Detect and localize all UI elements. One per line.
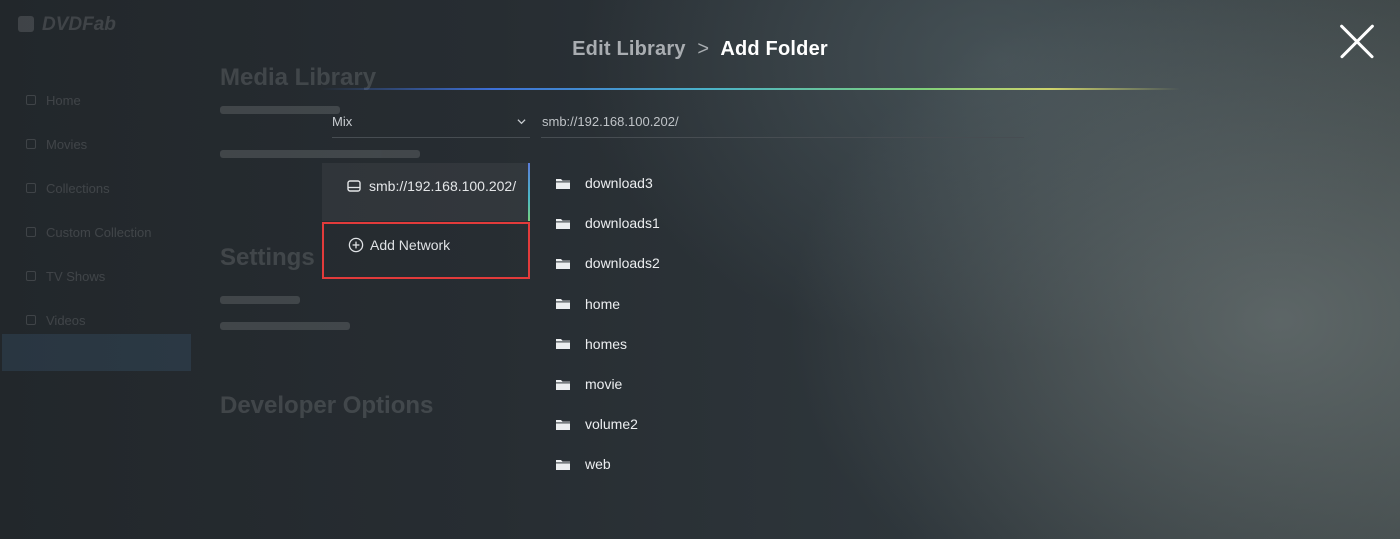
- folder-name: downloads2: [585, 255, 660, 272]
- bg-text-line: [220, 322, 350, 330]
- drive-icon: [347, 180, 361, 192]
- app-logo: DVDFab: [18, 14, 116, 36]
- breadcrumb-separator: >: [697, 38, 710, 60]
- folder-list: download3 downloads1 downloads2 home hom…: [555, 163, 975, 485]
- bg-nav-item: Collections: [26, 166, 152, 210]
- bg-text-line: [220, 106, 340, 114]
- folder-icon: [556, 218, 570, 229]
- breadcrumb-parent[interactable]: Edit Library: [572, 38, 686, 60]
- bg-nav-item: Custom Collection: [26, 210, 152, 254]
- folder-icon: [556, 339, 570, 350]
- network-item-label: smb://192.168.100.202/: [369, 178, 517, 194]
- library-type-select[interactable]: Mix: [332, 106, 530, 138]
- plus-circle-icon: [348, 237, 364, 253]
- bg-text-line: [220, 150, 420, 158]
- folder-name: movie: [585, 376, 623, 393]
- network-item-selected[interactable]: smb://192.168.100.202/: [322, 163, 530, 221]
- bg-nav-item: Videos: [26, 298, 152, 342]
- folder-item[interactable]: movie: [555, 364, 975, 404]
- library-type-value: Mix: [332, 114, 353, 129]
- add-network-label: Add Network: [370, 237, 451, 253]
- bg-nav-item: TV Shows: [26, 254, 152, 298]
- folder-item[interactable]: homes: [555, 324, 975, 364]
- folder-name: downloads1: [585, 215, 660, 232]
- bg-active-nav-bar: [2, 334, 191, 371]
- add-network-button[interactable]: Add Network: [322, 222, 530, 279]
- folder-item[interactable]: home: [555, 284, 975, 324]
- folder-name: homes: [585, 335, 628, 352]
- folder-name: web: [585, 456, 611, 473]
- dialog-title: Edit Library > Add Folder: [0, 38, 1400, 61]
- title-gradient-divider: [320, 88, 1180, 90]
- folder-item[interactable]: downloads1: [555, 203, 975, 243]
- folder-icon: [556, 178, 570, 189]
- bg-text-line: [220, 296, 300, 304]
- bg-nav-item: Home: [26, 78, 152, 122]
- folder-icon: [556, 379, 570, 390]
- folder-icon: [556, 419, 570, 430]
- bg-section-title: Developer Options: [220, 392, 434, 419]
- folder-name: volume2: [585, 416, 638, 433]
- folder-icon: [556, 258, 570, 269]
- background-nav: Home Movies Collections Custom Collectio…: [26, 78, 152, 342]
- folder-name: home: [585, 295, 621, 312]
- folder-icon: [556, 299, 570, 310]
- path-value: smb://192.168.100.202/: [542, 114, 679, 129]
- bg-section-title: Settings: [220, 244, 315, 271]
- folder-item[interactable]: web: [555, 444, 975, 484]
- folder-item[interactable]: download3: [555, 163, 975, 203]
- chevron-down-icon: [517, 119, 526, 125]
- path-input[interactable]: smb://192.168.100.202/: [541, 106, 1024, 138]
- folder-icon: [556, 459, 570, 470]
- folder-name: download3: [585, 175, 653, 192]
- selected-accent-bar: [528, 163, 530, 221]
- folder-item[interactable]: volume2: [555, 404, 975, 444]
- bg-nav-item: Movies: [26, 122, 152, 166]
- breadcrumb-current: Add Folder: [720, 38, 828, 60]
- folder-item[interactable]: downloads2: [555, 243, 975, 283]
